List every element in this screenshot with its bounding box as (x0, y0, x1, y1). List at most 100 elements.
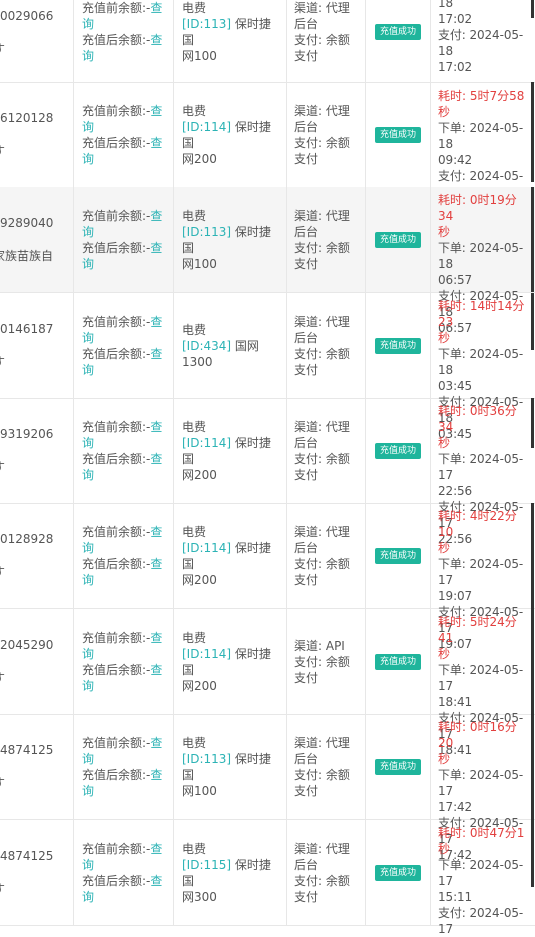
balance-before: 充值前余额:-查询 (82, 735, 169, 767)
order-time: 06:57 (438, 273, 473, 287)
account-number: 6120128 (0, 111, 54, 125)
duration-prefix: 耗时: 0时16分20 (438, 720, 517, 750)
query-link[interactable]: 询 (82, 152, 94, 166)
order-time: 下单: 2024-05-17 (438, 663, 524, 693)
query-link[interactable]: 询 (82, 647, 94, 661)
product-id-link[interactable]: [ID:113] (182, 752, 231, 766)
query-link[interactable]: 查 (150, 136, 162, 150)
query-link[interactable]: 询 (82, 225, 94, 239)
query-link[interactable]: 询 (82, 331, 94, 345)
product-name-text: 网200 (182, 572, 217, 587)
product-id-link[interactable]: [ID:114] (182, 436, 231, 450)
order-time: 17:42 (438, 800, 473, 814)
status-cell: 充值成功 (366, 293, 431, 398)
balance-cell: 充值前余额:-查询充值后余额:-查询 (74, 398, 174, 503)
query-link[interactable]: 查 (150, 241, 162, 255)
balance-after: 充值后余额:-查询 (82, 346, 169, 378)
balance-before-label: 充值前余额:- (82, 103, 151, 118)
query-link[interactable]: 询 (82, 257, 94, 271)
balance-before-label: 充值前余额:- (82, 314, 151, 329)
row-edge-marker (531, 82, 534, 182)
table-row: 9319206す充值前余额:-查询充值后余额:-查询电费[ID:114] 保时捷… (0, 398, 535, 546)
row-edge-marker (531, 0, 534, 18)
query-link[interactable]: 查 (150, 420, 162, 434)
query-link[interactable]: 查 (150, 768, 162, 782)
query-link[interactable]: 查 (150, 663, 162, 677)
query-link[interactable]: 查 (150, 525, 162, 539)
query-link[interactable]: 询 (82, 436, 94, 450)
query-link[interactable]: 询 (82, 890, 94, 904)
product-cell: 电费 [ID:113] 保时捷国 网100 (174, 0, 287, 82)
product-name: [ID:434] 国网1300 (182, 338, 280, 370)
query-link[interactable]: 询 (82, 752, 94, 766)
product-id-link[interactable]: [ID:114] (182, 120, 231, 134)
balance-after-label: 充值后余额:- (82, 240, 151, 255)
account-number: 4874125 (0, 849, 54, 863)
order-time: 下单: 2024-05-17 (438, 452, 524, 482)
query-link[interactable]: 查 (150, 1, 162, 15)
query-link[interactable]: 查 (150, 842, 162, 856)
query-link[interactable]: 查 (150, 315, 162, 329)
channel-cell: 渠道: API 支付: 余额 支付 (287, 609, 366, 714)
query-link[interactable]: 查 (150, 557, 162, 571)
balance-after-label: 充值后余额:- (82, 873, 151, 888)
timing-cell: 耗时: 0时19分34 秒下单: 2024-05-18 06:57 支付: 2024-… (431, 187, 535, 335)
channel-cell: 渠道: 代理 后台 支付: 余额 支付 (287, 503, 366, 608)
balance-cell: 充值前余额:-查询充值后余额:-查询 (74, 714, 174, 819)
payment-text: 支付 (294, 889, 319, 904)
query-link[interactable]: 询 (82, 120, 94, 134)
row-edge-marker (531, 609, 534, 715)
balance-before: 充值前余额:-查询 (82, 103, 169, 135)
channel-cell: 渠道: 代理 后台 支付: 余额 支付 (287, 293, 366, 398)
query-link[interactable]: 查 (150, 631, 162, 645)
product-name: [ID:113] 保时捷国 网100 (182, 224, 280, 272)
channel-text: 后台 (294, 17, 319, 31)
query-link[interactable]: 查 (150, 209, 162, 223)
query-link[interactable]: 询 (82, 679, 94, 693)
product-name-text: 网100 (182, 783, 217, 798)
order-time: 22:56 (438, 484, 473, 498)
product-id-link[interactable]: [ID:114] (182, 647, 231, 661)
balance-after: 充值后余额:-查询 (82, 662, 169, 694)
query-link[interactable]: 询 (82, 573, 94, 587)
product-cell: 电费 [ID:114] 保时捷国 网200 (174, 398, 287, 503)
query-link[interactable]: 询 (82, 17, 94, 31)
query-link[interactable]: 询 (82, 363, 94, 377)
query-link[interactable]: 查 (150, 33, 162, 47)
channel-cell: 渠道: 代理 后台 支付: 余额 支付 (287, 187, 366, 292)
duration-unit: 秒 (438, 647, 451, 661)
query-link[interactable]: 询 (82, 541, 94, 555)
duration-prefix: 耗时: 14时14分23 (438, 299, 525, 329)
product-id-link[interactable]: [ID:113] (182, 17, 231, 31)
status-badge: 充值成功 (374, 24, 421, 40)
query-link[interactable]: 查 (150, 874, 162, 888)
product-id-link[interactable]: [ID:115] (182, 858, 231, 872)
query-link[interactable]: 询 (82, 49, 94, 63)
order-time: 下单: 2024-05-18 (438, 347, 524, 377)
product-id-link[interactable]: [ID:114] (182, 541, 231, 555)
query-link[interactable]: 查 (150, 347, 162, 361)
account-number: 4874125 (0, 743, 54, 757)
balance-after-label: 充值后余额:- (82, 135, 151, 150)
address-text: す (0, 564, 73, 580)
timing-cell: 耗时: 0时36分34 秒下单: 2024-05-17 22:56 支付: 2024-… (431, 398, 535, 546)
query-link[interactable]: 查 (150, 736, 162, 750)
product-id-link[interactable]: [ID:113] (182, 225, 231, 239)
query-link[interactable]: 查 (150, 104, 162, 118)
query-link[interactable]: 询 (82, 858, 94, 872)
channel-text: 渠道: 代理 (294, 314, 350, 329)
query-link[interactable]: 询 (82, 784, 94, 798)
pay-time: 17:02 (438, 60, 473, 74)
account-cell: 0128928 す (0, 503, 74, 608)
product-type: 电费 (182, 103, 207, 118)
account-cell: 4874125 す (0, 714, 74, 819)
channel-text: 渠道: API (294, 638, 345, 653)
channel-text: 渠道: 代理 (294, 1, 350, 15)
pay-time: 支付: 2024-05-18 (438, 28, 524, 58)
query-link[interactable]: 询 (82, 468, 94, 482)
product-id-link[interactable]: [ID:434] (182, 339, 231, 353)
channel-text: 渠道: 代理 (294, 208, 350, 223)
query-link[interactable]: 查 (150, 452, 162, 466)
product-name: [ID:114] 保时捷国 网200 (182, 540, 280, 588)
balance-cell: 充值前余额:-查询充值后余额:-查询 (74, 820, 174, 925)
